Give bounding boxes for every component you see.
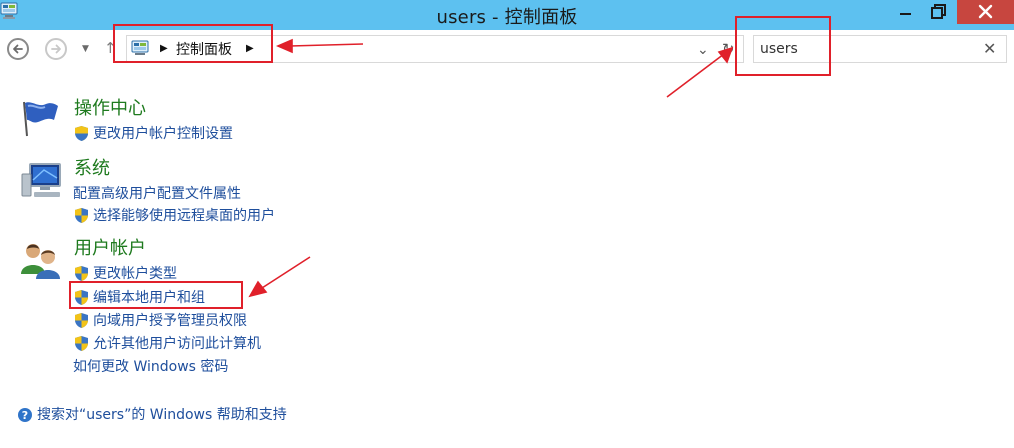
annotation-box-edit-local-users	[69, 281, 243, 309]
arrow-left-icon	[13, 44, 23, 54]
minimize-button[interactable]	[890, 0, 920, 24]
close-icon	[978, 4, 993, 19]
link-advanced-user-profile-properties[interactable]: 配置高级用户配置文件属性	[73, 184, 241, 204]
link-change-uac-settings[interactable]: 更改用户帐户控制设置	[93, 124, 233, 144]
help-icon: ?	[18, 408, 32, 422]
category-title-user-accounts[interactable]: 用户帐户	[74, 237, 146, 261]
close-button[interactable]	[957, 0, 1014, 24]
uac-shield-icon	[75, 266, 88, 281]
clear-search-icon[interactable]: ✕	[983, 38, 996, 60]
uac-shield-icon	[75, 313, 88, 328]
link-grant-domain-admin-rights[interactable]: 向域用户授予管理员权限	[93, 311, 247, 331]
restore-button[interactable]	[921, 0, 957, 24]
restore-icon	[931, 4, 946, 19]
system-monitor-icon	[21, 163, 61, 197]
link-remote-desktop-users[interactable]: 选择能够使用远程桌面的用户	[93, 206, 275, 226]
forward-button[interactable]	[45, 38, 67, 60]
uac-shield-icon	[75, 126, 88, 141]
link-windows-help-search[interactable]: 搜索对“users”的 Windows 帮助和支持	[37, 405, 287, 425]
uac-shield-icon	[75, 208, 88, 223]
svg-text:?: ?	[22, 409, 28, 422]
action-center-flag-icon	[23, 101, 58, 137]
arrow-right-icon	[51, 44, 61, 54]
chevron-down-icon[interactable]: ⌄	[697, 39, 709, 61]
annotation-box-search	[735, 16, 831, 76]
recent-locations-dropdown[interactable]: ▼	[82, 38, 89, 60]
link-change-windows-password[interactable]: 如何更改 Windows 密码	[73, 357, 228, 377]
annotation-box-breadcrumb	[113, 24, 273, 63]
user-accounts-icon	[21, 244, 60, 279]
category-title-system[interactable]: 系统	[74, 157, 110, 181]
category-title-action-center[interactable]: 操作中心	[74, 97, 146, 121]
refresh-icon[interactable]: ↻	[722, 38, 735, 60]
uac-shield-icon	[75, 336, 88, 351]
back-button[interactable]	[7, 38, 29, 60]
link-allow-other-users-access[interactable]: 允许其他用户访问此计算机	[93, 334, 261, 354]
